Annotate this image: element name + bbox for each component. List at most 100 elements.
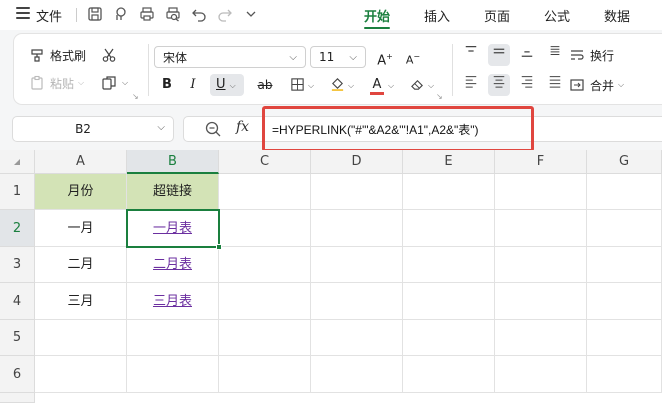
cell-b1[interactable]: 超链接 bbox=[127, 174, 219, 210]
row-header-5[interactable]: 5 bbox=[0, 320, 35, 356]
align-bottom-button[interactable] bbox=[516, 44, 538, 66]
cell-b6[interactable] bbox=[127, 356, 219, 393]
row-header-7[interactable] bbox=[0, 393, 35, 403]
row-header-6[interactable]: 6 bbox=[0, 356, 35, 393]
cell-g1[interactable] bbox=[587, 174, 662, 210]
cell-d5[interactable] bbox=[311, 320, 403, 356]
row-header-2[interactable]: 2 bbox=[0, 210, 35, 247]
copy-button[interactable]: ⌵ bbox=[100, 74, 128, 92]
column-header-e[interactable]: E bbox=[403, 150, 495, 174]
italic-button[interactable]: I bbox=[182, 74, 204, 96]
tab-page[interactable]: 页面 bbox=[484, 6, 510, 25]
fill-handle[interactable] bbox=[216, 244, 222, 250]
fill-color-button[interactable] bbox=[326, 74, 348, 96]
file-menu[interactable]: 文件 bbox=[36, 6, 62, 25]
cell-f4[interactable] bbox=[495, 283, 587, 320]
bold-button[interactable]: B bbox=[156, 74, 178, 96]
font-name-select[interactable]: 宋体 ⌵ bbox=[154, 46, 306, 68]
font-shrink-button[interactable]: A− bbox=[402, 46, 424, 68]
cut-button[interactable] bbox=[100, 46, 118, 64]
align-middle-button[interactable] bbox=[488, 44, 510, 66]
cell-f1[interactable] bbox=[495, 174, 587, 210]
cell-b3-link[interactable]: 二月表 bbox=[127, 247, 219, 283]
tab-formula[interactable]: 公式 bbox=[544, 6, 570, 25]
cell-g3[interactable] bbox=[587, 247, 662, 283]
format-painter-button[interactable]: 格式刷 bbox=[28, 46, 86, 64]
clear-format-chevron-icon[interactable]: ⌵ bbox=[428, 81, 434, 91]
cell-d1[interactable] bbox=[311, 174, 403, 210]
tab-home[interactable]: 开始 bbox=[364, 6, 390, 25]
cell-a6[interactable] bbox=[35, 356, 127, 393]
cell-f6[interactable] bbox=[495, 356, 587, 393]
font-grow-button[interactable]: A+ bbox=[374, 46, 396, 68]
cell-f5[interactable] bbox=[495, 320, 587, 356]
cell-d4[interactable] bbox=[311, 283, 403, 320]
more-chevron-icon[interactable] bbox=[242, 6, 260, 24]
cell-g2[interactable] bbox=[587, 210, 662, 247]
strikethrough-button[interactable]: ab bbox=[254, 74, 276, 96]
paste-button[interactable]: 粘贴 ⌵ bbox=[28, 74, 84, 92]
export-icon[interactable] bbox=[112, 6, 130, 24]
borders-button[interactable] bbox=[286, 74, 308, 96]
name-box[interactable]: B2 ⌵ bbox=[12, 116, 174, 142]
cell-a5[interactable] bbox=[35, 320, 127, 356]
cell-d2[interactable] bbox=[311, 210, 403, 247]
align-center-button[interactable] bbox=[488, 74, 510, 96]
cell-f2[interactable] bbox=[495, 210, 587, 247]
hamburger-menu-icon[interactable] bbox=[16, 7, 30, 19]
cell-a4[interactable]: 三月 bbox=[35, 283, 127, 320]
print-icon[interactable] bbox=[138, 6, 156, 24]
clear-format-button[interactable] bbox=[406, 74, 428, 96]
cell-g4[interactable] bbox=[587, 283, 662, 320]
font-dialog-launcher-icon[interactable]: ↘ bbox=[436, 92, 443, 101]
chevron-down-icon[interactable]: ⌵ bbox=[157, 122, 165, 133]
align-left-button[interactable] bbox=[460, 74, 482, 96]
column-header-a[interactable]: A bbox=[35, 150, 127, 174]
cell-g6[interactable] bbox=[587, 356, 662, 393]
borders-chevron-icon[interactable]: ⌵ bbox=[308, 81, 314, 91]
row-header-4[interactable]: 4 bbox=[0, 283, 35, 320]
align-top-button[interactable] bbox=[460, 44, 482, 66]
clipboard-dialog-launcher-icon[interactable]: ↘ bbox=[132, 92, 139, 101]
tab-insert[interactable]: 插入 bbox=[424, 6, 450, 25]
column-header-f[interactable]: F bbox=[495, 150, 587, 174]
cell-a3[interactable]: 二月 bbox=[35, 247, 127, 283]
font-color-button[interactable]: A bbox=[366, 74, 388, 96]
cell-e6[interactable] bbox=[403, 356, 495, 393]
cell-e1[interactable] bbox=[403, 174, 495, 210]
align-right-button[interactable] bbox=[516, 74, 538, 96]
column-header-b[interactable]: B bbox=[127, 150, 219, 174]
fx-icon[interactable]: fx bbox=[236, 119, 249, 135]
tab-data[interactable]: 数据 bbox=[604, 6, 630, 25]
row-header-1[interactable]: 1 bbox=[0, 174, 35, 210]
column-header-c[interactable]: C bbox=[219, 150, 311, 174]
select-all-corner[interactable] bbox=[0, 150, 35, 174]
cell-e5[interactable] bbox=[403, 320, 495, 356]
font-size-select[interactable]: 11 ⌵ bbox=[310, 46, 366, 68]
cell-e3[interactable] bbox=[403, 247, 495, 283]
cell-b5[interactable] bbox=[127, 320, 219, 356]
cell-a1[interactable]: 月份 bbox=[35, 174, 127, 210]
cell-g5[interactable] bbox=[587, 320, 662, 356]
zoom-out-icon[interactable] bbox=[204, 120, 222, 138]
merge-cells-button[interactable]: 合并 ⌵ bbox=[568, 76, 624, 94]
wrap-text-button[interactable]: 换行 bbox=[568, 46, 614, 64]
cell-c3[interactable] bbox=[219, 247, 311, 283]
column-header-g[interactable]: G bbox=[587, 150, 662, 174]
column-header-d[interactable]: D bbox=[311, 150, 403, 174]
row-header-3[interactable]: 3 bbox=[0, 247, 35, 283]
cell-b4-link[interactable]: 三月表 bbox=[127, 283, 219, 320]
cell-d3[interactable] bbox=[311, 247, 403, 283]
cell-c6[interactable] bbox=[219, 356, 311, 393]
cell-c5[interactable] bbox=[219, 320, 311, 356]
cell-f3[interactable] bbox=[495, 247, 587, 283]
cell-d6[interactable] bbox=[311, 356, 403, 393]
cell-c1[interactable] bbox=[219, 174, 311, 210]
undo-icon[interactable] bbox=[190, 6, 208, 24]
fill-color-chevron-icon[interactable]: ⌵ bbox=[348, 81, 354, 91]
cell-a2[interactable]: 一月 bbox=[35, 210, 127, 247]
cell-e2[interactable] bbox=[403, 210, 495, 247]
cell-e4[interactable] bbox=[403, 283, 495, 320]
cell-c4[interactable] bbox=[219, 283, 311, 320]
underline-button[interactable]: U ⌵ bbox=[210, 74, 244, 96]
